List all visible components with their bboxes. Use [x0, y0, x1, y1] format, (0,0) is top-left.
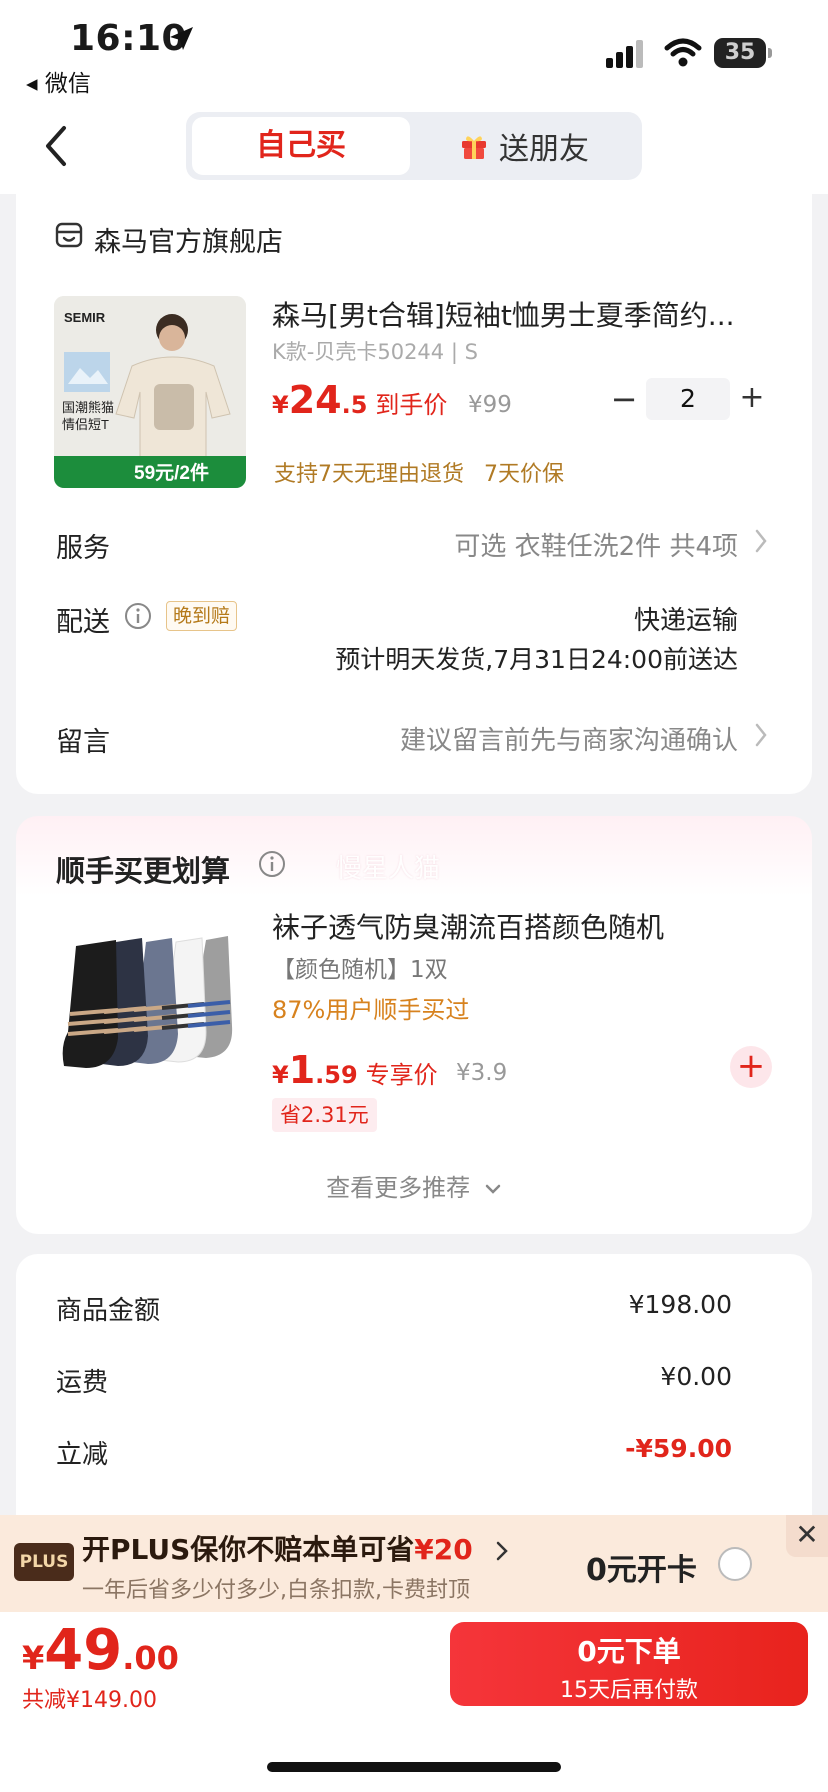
- summary-value: ¥0.00: [660, 1362, 732, 1391]
- quantity-input[interactable]: 2: [646, 378, 730, 420]
- message-label: 留言: [56, 727, 110, 758]
- back-chevron-icon[interactable]: [40, 124, 70, 168]
- order-item-card: [16, 194, 812, 794]
- plus-save-amount: ¥20: [414, 1533, 473, 1566]
- rec-item-bought-rate: 87%用户顺手买过: [272, 996, 470, 1024]
- product-image[interactable]: SEMIR 国潮熊猫 情侣短T 59元/2件: [54, 296, 246, 488]
- plus-opt-in-radio[interactable]: [718, 1547, 752, 1581]
- plus-title: 开PLUS保你不赔本单可省¥20: [82, 1528, 510, 1568]
- summary-label: 运费: [56, 1368, 109, 1398]
- location-arrow-icon: [170, 27, 193, 50]
- summary-label: 商品金额: [56, 1296, 161, 1326]
- price-integer: 1: [288, 1048, 316, 1092]
- service-label: 服务: [56, 533, 110, 564]
- product-price: ¥24.5 到手价: [272, 378, 447, 422]
- back-to-wechat-link[interactable]: ◂ 微信: [26, 64, 91, 98]
- info-icon[interactable]: [258, 850, 286, 878]
- wifi-icon: [664, 38, 702, 67]
- price-symbol: ¥: [272, 391, 289, 419]
- tab-gift-friend-label: 送朋友: [499, 132, 589, 167]
- message-input[interactable]: 建议留言前先与商家沟通确认: [338, 720, 738, 757]
- plus-badge: PLUS: [14, 1543, 74, 1581]
- battery-icon: 35: [714, 38, 772, 68]
- total-price: ¥49.00: [22, 1618, 179, 1683]
- tab-buy-self[interactable]: 自己买: [192, 117, 410, 175]
- price-symbol: ¥: [272, 1061, 289, 1089]
- cellular-signal-icon: [606, 40, 643, 68]
- rec-item-price: ¥1.59 专享价: [272, 1048, 438, 1092]
- price-tag: 专享价: [365, 1061, 438, 1089]
- chevron-right-icon[interactable]: [754, 528, 768, 554]
- summary-value: -¥59.00: [625, 1434, 732, 1463]
- image-promo-badge: 59元/2件: [134, 461, 209, 484]
- home-indicator[interactable]: [267, 1762, 561, 1772]
- delivery-eta: 预计明天发货,7月31日24:00前送达: [335, 645, 738, 674]
- add-rec-item-button[interactable]: +: [730, 1046, 772, 1088]
- plus-title-text: 开PLUS保你不赔本单可省: [82, 1533, 415, 1566]
- image-slogan-2: 情侣短T: [62, 417, 109, 432]
- total-decimal: .00: [122, 1639, 179, 1677]
- rec-item-savings-badge: 省2.31元: [272, 1098, 377, 1132]
- delivery-method[interactable]: 快递运输: [500, 600, 738, 637]
- image-slogan-1: 国潮熊猫: [62, 400, 114, 415]
- plus-open-label[interactable]: 0元开卡: [586, 1545, 697, 1589]
- price-integer: 24: [288, 378, 342, 422]
- summary-value: ¥198.00: [628, 1290, 732, 1319]
- info-icon[interactable]: [124, 602, 152, 630]
- product-title[interactable]: 森马[男t合辑]短袖t恤男士夏季简约...: [272, 294, 752, 334]
- watermark: 慢星人猫: [336, 854, 441, 884]
- total-symbol: ¥: [22, 1639, 45, 1677]
- chevron-right-icon[interactable]: [754, 722, 768, 748]
- recommendation-title: 顺手买更划算: [56, 854, 231, 888]
- return-policy: 支持7天无理由退货: [274, 462, 464, 487]
- view-more-label: 查看更多推荐: [326, 1174, 471, 1202]
- place-order-button[interactable]: 0元下单 15天后再付款: [450, 1622, 808, 1706]
- pay-later-label: 15天后再付款: [560, 1678, 698, 1703]
- plus-subtitle: 一年后省多少付多少,白条扣款,卡费封顶: [82, 1578, 470, 1603]
- delivery-label: 配送: [56, 607, 110, 638]
- late-compensation-badge: 晚到赔: [166, 601, 238, 631]
- total-integer: 49: [44, 1618, 123, 1683]
- gift-icon: [462, 136, 486, 159]
- price-tag: 到手价: [375, 391, 448, 419]
- tshirt-photo: SEMIR 国潮熊猫 情侣短T 59元/2件: [54, 296, 246, 488]
- quantity-decrease-button[interactable]: −: [610, 380, 638, 418]
- price-protection: 7天价保: [484, 462, 564, 487]
- place-order-label: 0元下单: [577, 1635, 681, 1668]
- original-price: ¥99: [468, 392, 512, 418]
- tab-gift-friend[interactable]: 送朋友: [412, 117, 636, 175]
- rec-item-title[interactable]: 袜子透气防臭潮流百搭颜色随机: [272, 906, 664, 946]
- summary-label: 立减: [56, 1440, 109, 1470]
- quantity-increase-button[interactable]: +: [738, 380, 766, 415]
- service-value[interactable]: 可选 衣鞋任洗2件 共4项: [380, 526, 738, 563]
- store-name[interactable]: 森马官方旗舰店: [94, 220, 283, 259]
- socks-image[interactable]: [56, 906, 246, 1096]
- total-savings[interactable]: 共减¥149.00: [22, 1682, 157, 1714]
- price-decimal: .5: [341, 391, 368, 419]
- price-decimal: .59: [315, 1061, 358, 1089]
- socks-photo: [56, 906, 246, 1096]
- chevron-down-icon: [485, 1184, 501, 1194]
- brand-mark: SEMIR: [64, 310, 106, 325]
- chevron-right-icon: [497, 1541, 509, 1561]
- service-promises: 支持7天无理由退货 7天价保: [274, 456, 564, 488]
- store-icon: [55, 222, 83, 248]
- rec-item-spec[interactable]: 【颜色随机】1双: [272, 950, 448, 984]
- product-spec[interactable]: K款-贝壳卡50244 | S: [272, 336, 478, 366]
- close-banner-button[interactable]: ✕: [786, 1515, 828, 1557]
- battery-level: 35: [714, 38, 766, 68]
- view-more-recommendations-link[interactable]: 查看更多推荐: [0, 1168, 828, 1203]
- rec-item-original-price: ¥3.9: [456, 1060, 508, 1086]
